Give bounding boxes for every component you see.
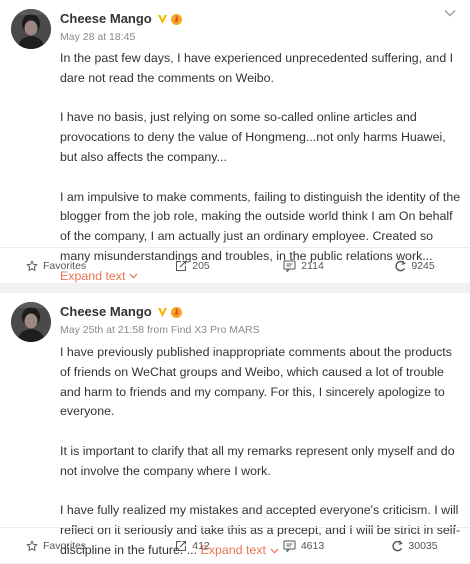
author-row: Cheese Mango — [60, 304, 183, 320]
weibo-post: Cheese Mango May 25th at 21:58 from Find… — [0, 293, 470, 563]
avatar[interactable] — [11, 9, 51, 49]
favorite-label: Favorites — [43, 539, 87, 552]
like-icon — [395, 260, 406, 271]
comment-icon — [283, 260, 296, 272]
verified-badge-icon — [157, 14, 167, 24]
author-name[interactable]: Cheese Mango — [60, 11, 152, 27]
favorite-button[interactable]: Favorites — [0, 528, 137, 564]
fire-badge-icon — [170, 307, 182, 318]
post-paragraph: It is important to clarify that all my r… — [60, 443, 455, 478]
post-paragraph: I have no basis, just relying on some so… — [60, 110, 446, 164]
author-name[interactable]: Cheese Mango — [60, 304, 152, 320]
comment-count: 2114 — [301, 259, 324, 272]
like-icon — [392, 540, 404, 551]
post-meta: May 25th at 21:58 from Find X3 Pro MARS — [60, 324, 260, 336]
comment-count: 4613 — [300, 539, 325, 552]
verified-badge-icon — [157, 307, 167, 317]
favorite-label: Favorites — [43, 259, 87, 272]
comment-button[interactable]: 2114 — [248, 248, 359, 284]
repost-icon — [176, 260, 187, 271]
post-paragraph: In the past few days, I have experienced… — [60, 51, 454, 85]
comment-button[interactable]: 4613 — [248, 528, 359, 564]
star-icon — [26, 540, 38, 551]
like-button[interactable]: 9245 — [359, 248, 470, 284]
fire-badge-icon — [170, 14, 182, 25]
repost-button[interactable]: 205 — [137, 248, 248, 284]
like-button[interactable]: 30035 — [359, 528, 470, 564]
weibo-post: Cheese Mango May 28 at 18:45 In the past… — [0, 0, 470, 283]
comment-icon — [283, 540, 296, 552]
repost-icon — [176, 540, 187, 551]
author-row: Cheese Mango — [60, 11, 183, 27]
repost-button[interactable]: 412 — [137, 528, 248, 564]
action-bar: Favorites 205 2114 9245 — [0, 247, 470, 283]
action-bar: Favorites 412 4613 30035 — [0, 527, 470, 563]
avatar[interactable] — [11, 302, 51, 342]
post-meta: May 28 at 18:45 — [60, 31, 136, 43]
repost-count: 412 — [192, 539, 210, 552]
like-count: 30035 — [408, 539, 438, 552]
like-count: 9245 — [411, 259, 435, 272]
star-icon — [26, 260, 38, 271]
favorite-button[interactable]: Favorites — [0, 248, 137, 284]
chevron-down-icon[interactable] — [444, 9, 456, 17]
post-paragraph: I have previously published inappropriat… — [60, 345, 452, 419]
repost-count: 205 — [192, 259, 210, 272]
